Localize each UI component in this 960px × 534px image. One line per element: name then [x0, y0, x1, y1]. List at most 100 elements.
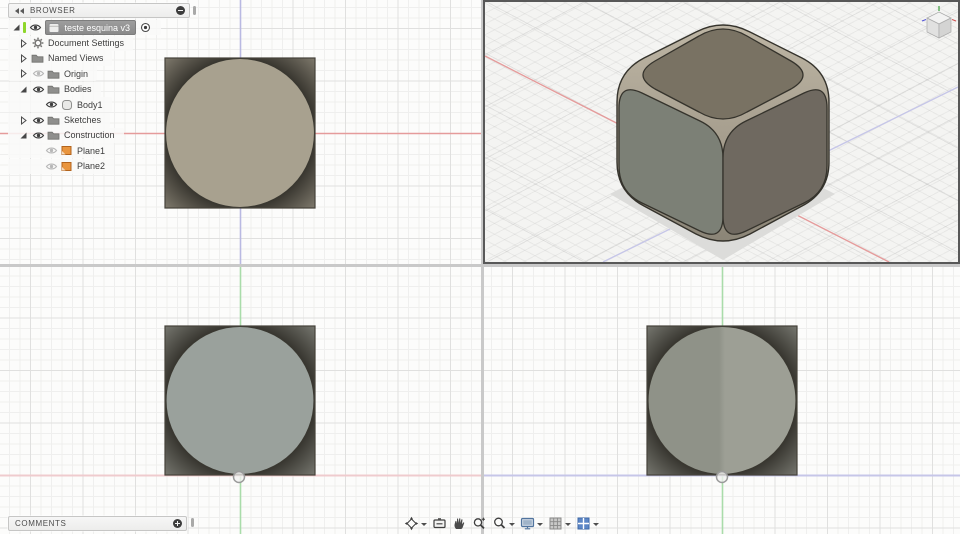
nav-fit-button[interactable] [490, 515, 517, 532]
orbit-icon [404, 516, 419, 531]
zoom-icon [473, 517, 485, 530]
eye-visible-icon[interactable] [30, 131, 46, 140]
folder-icon [46, 130, 61, 141]
tree-row-chip: Sketches [8, 112, 111, 128]
pan-hand-icon [454, 518, 465, 529]
tree-row-body1[interactable]: Body1 [0, 97, 230, 113]
tree-item-label: Origin [64, 68, 89, 79]
dropdown-caret-icon[interactable] [509, 522, 515, 529]
body-iso-view[interactable] [610, 24, 835, 260]
expander-open-icon[interactable] [17, 131, 30, 140]
eye-hidden-icon[interactable] [30, 69, 46, 78]
eye-hidden-icon[interactable] [43, 146, 59, 155]
dropdown-caret-icon[interactable] [593, 522, 599, 529]
tree-row-sketches[interactable]: Sketches [0, 112, 230, 128]
expander-open-icon[interactable] [17, 85, 30, 94]
plane-icon [59, 161, 74, 172]
eye-visible-icon[interactable] [28, 23, 44, 32]
viewports-icon [577, 517, 590, 530]
tree-row-document-settings[interactable]: Document Settings [0, 35, 230, 51]
tree-row-chip: Bodies [8, 81, 101, 97]
nav-orbit-button[interactable] [402, 515, 429, 532]
panel-grip[interactable] [191, 518, 194, 527]
viewport-top-right-active[interactable] [483, 0, 960, 264]
tree-row-chip: teste esquina v3 [8, 20, 162, 36]
browser-panel-title: BROWSER [30, 6, 76, 15]
look-at-icon [433, 518, 446, 529]
nav-pan-button[interactable] [450, 515, 469, 532]
expander-closed-icon[interactable] [17, 53, 30, 63]
view-cube[interactable] [921, 6, 957, 39]
tree-item-label: Sketches [64, 115, 102, 126]
add-comment-circle-icon[interactable] [173, 519, 182, 528]
tree-row-chip: Plane1 [8, 143, 115, 159]
nav-zoom-button[interactable] [470, 515, 489, 532]
active-document-bar [23, 22, 26, 34]
plane-icon [59, 145, 74, 156]
tree-row-chip: Named Views [8, 50, 113, 66]
panel-grip[interactable] [193, 6, 196, 15]
dropdown-caret-icon[interactable] [537, 522, 543, 529]
body-right-view[interactable] [646, 325, 798, 476]
tree-row-origin[interactable]: Origin [0, 66, 230, 82]
expander-closed-icon[interactable] [17, 115, 30, 125]
comments-panel-header[interactable]: COMMENTS [8, 516, 187, 531]
selected-item-highlight: teste esquina v3 [44, 20, 137, 36]
nav-display-settings-button[interactable] [518, 515, 545, 532]
tree-row-chip: Body1 [8, 97, 112, 113]
tree-item-label: Bodies [64, 84, 92, 95]
gear-icon [30, 37, 45, 49]
tree-row-construction[interactable]: Construction [0, 127, 230, 143]
tree-row-chip: Construction [8, 127, 124, 143]
tree-row-plane2[interactable]: Plane2 [0, 158, 230, 174]
eye-visible-icon[interactable] [30, 116, 46, 125]
eye-hidden-icon[interactable] [43, 162, 59, 171]
browser-tree: teste esquina v3 Document Settings Named V… [0, 20, 230, 174]
tree-row-chip: Document Settings [8, 35, 134, 51]
tree-item-label: Document Settings [48, 38, 125, 49]
fit-icon [494, 517, 506, 529]
tree-item-label: Named Views [48, 53, 104, 64]
tree-item-label: Body1 [77, 99, 103, 110]
origin-marker [232, 470, 246, 484]
viewport-bottom-right[interactable] [484, 267, 960, 534]
tree-item-label: teste esquina v3 [64, 22, 131, 33]
nav-grid-and-snaps-button[interactable] [546, 515, 573, 532]
eye-visible-icon[interactable] [43, 100, 59, 109]
dropdown-caret-icon[interactable] [421, 522, 427, 529]
expander-closed-icon[interactable] [17, 38, 30, 48]
tree-item-label: Plane2 [77, 161, 106, 172]
display-settings-icon [520, 517, 535, 530]
viewport-bottom-left[interactable] [0, 267, 481, 534]
nav-look-at-button[interactable] [430, 515, 449, 532]
tree-row-teste-esquina-v3[interactable]: teste esquina v3 [0, 20, 230, 36]
expander-closed-icon[interactable] [17, 69, 30, 79]
activate-component-radio-icon[interactable] [138, 22, 152, 33]
nav-viewports-button[interactable] [574, 515, 601, 532]
body-front-view[interactable] [164, 325, 316, 476]
folder-icon [46, 84, 61, 94]
dropdown-caret-icon[interactable] [565, 522, 571, 529]
browser-panel-header[interactable]: BROWSER [8, 3, 190, 18]
comments-panel-title: COMMENTS [15, 519, 67, 528]
folder-icon [46, 69, 61, 79]
eye-visible-icon[interactable] [30, 85, 46, 94]
tree-row-named-views[interactable]: Named Views [0, 50, 230, 66]
collapse-double-arrow-icon[interactable] [14, 6, 25, 16]
expander-open-icon[interactable] [10, 23, 23, 32]
folder-icon [30, 53, 45, 64]
body-icon [59, 99, 74, 111]
component-icon [47, 22, 62, 34]
tree-row-chip: Origin [8, 66, 98, 82]
tree-row-bodies[interactable]: Bodies [0, 81, 230, 97]
folder-icon [46, 115, 61, 125]
navigation-toolbar [402, 513, 601, 534]
tree-row-chip: Plane2 [8, 158, 115, 174]
tree-row-plane1[interactable]: Plane1 [0, 143, 230, 159]
tree-item-label: Construction [64, 130, 115, 141]
fusion-workspace: BROWSER teste esquina v3 Document Setting… [0, 0, 960, 534]
grid-snaps-icon [549, 517, 562, 530]
origin-marker [715, 470, 729, 484]
minimize-circle-icon[interactable] [176, 6, 185, 15]
tree-item-label: Plane1 [77, 145, 106, 156]
